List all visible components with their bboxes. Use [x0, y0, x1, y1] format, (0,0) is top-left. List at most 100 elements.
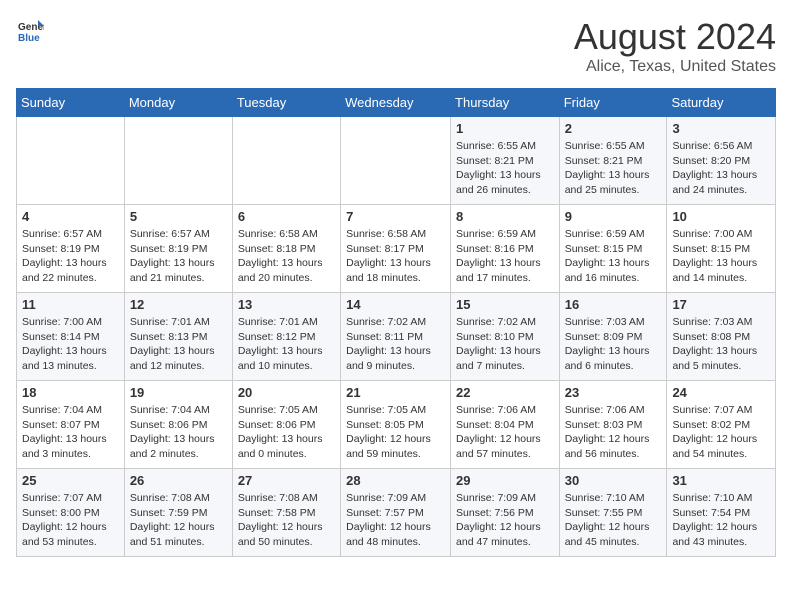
logo-icon: General Blue: [16, 16, 44, 44]
day-detail: Sunrise: 7:03 AM Sunset: 8:08 PM Dayligh…: [672, 315, 770, 374]
day-cell: 20Sunrise: 7:05 AM Sunset: 8:06 PM Dayli…: [232, 381, 340, 469]
day-detail: Sunrise: 7:07 AM Sunset: 8:02 PM Dayligh…: [672, 403, 770, 462]
day-cell: 27 Sunrise: 7:08 AM Sunset: 7:58 PM Dayli…: [232, 469, 340, 557]
day-cell: 15 Sunrise: 7:02 AM Sunset: 8:10 PM Dayli…: [451, 293, 560, 381]
day-cell: 11 Sunrise: 7:00 AM Sunset: 8:14 PM Dayli…: [17, 293, 125, 381]
day-detail: Sunrise: 7:04 AM Sunset: 8:06 PM Dayligh…: [130, 403, 227, 462]
day-detail: Sunrise: 7:01 AM Sunset: 8:12 PM Dayligh…: [238, 315, 335, 374]
day-detail: Sunrise: 6:59 AM Sunset: 8:16 PM Dayligh…: [456, 227, 554, 286]
day-number: 19: [130, 385, 227, 400]
day-cell: 5 Sunrise: 6:57 AM Sunset: 8:19 PM Daylig…: [124, 205, 232, 293]
day-number: 23: [565, 385, 662, 400]
day-cell: 22 Sunrise: 7:06 AM Sunset: 8:04 PM Dayli…: [451, 381, 560, 469]
day-number: 13: [238, 297, 335, 312]
day-number: 5: [130, 209, 227, 224]
day-number: 6: [238, 209, 335, 224]
week-row-4: 18 Sunrise: 7:04 AM Sunset: 8:07 PM Dayli…: [17, 381, 776, 469]
day-number: 20: [238, 385, 335, 400]
title-area: August 2024 Alice, Texas, United States: [574, 16, 776, 76]
day-number: 29: [456, 473, 554, 488]
day-detail: Sunrise: 7:09 AM Sunset: 7:56 PM Dayligh…: [456, 491, 554, 550]
day-detail: Sunrise: 7:10 AM Sunset: 7:54 PM Dayligh…: [672, 491, 770, 550]
day-number: 30: [565, 473, 662, 488]
day-detail: Sunrise: 7:08 AM Sunset: 7:58 PM Dayligh…: [238, 491, 335, 550]
day-cell: 7 Sunrise: 6:58 AM Sunset: 8:17 PM Daylig…: [341, 205, 451, 293]
day-cell: 18 Sunrise: 7:04 AM Sunset: 8:07 PM Dayli…: [17, 381, 125, 469]
day-cell: 4 Sunrise: 6:57 AM Sunset: 8:19 PM Daylig…: [17, 205, 125, 293]
week-row-1: 1 Sunrise: 6:55 AM Sunset: 8:21 PM Daylig…: [17, 117, 776, 205]
main-title: August 2024: [574, 16, 776, 58]
day-detail: Sunrise: 7:08 AM Sunset: 7:59 PM Dayligh…: [130, 491, 227, 550]
svg-text:Blue: Blue: [18, 33, 40, 44]
day-cell: 8Sunrise: 6:59 AM Sunset: 8:16 PM Daylig…: [451, 205, 560, 293]
day-detail: Sunrise: 7:06 AM Sunset: 8:03 PM Dayligh…: [565, 403, 662, 462]
day-number: 9: [565, 209, 662, 224]
day-number: 4: [22, 209, 119, 224]
day-header-sunday: Sunday: [17, 89, 125, 117]
day-detail: Sunrise: 7:04 AM Sunset: 8:07 PM Dayligh…: [22, 403, 119, 462]
day-number: 18: [22, 385, 119, 400]
week-row-3: 11 Sunrise: 7:00 AM Sunset: 8:14 PM Dayli…: [17, 293, 776, 381]
day-cell: 9 Sunrise: 6:59 AM Sunset: 8:15 PM Daylig…: [559, 205, 667, 293]
day-number: 7: [346, 209, 445, 224]
day-detail: Sunrise: 7:06 AM Sunset: 8:04 PM Dayligh…: [456, 403, 554, 462]
day-number: 22: [456, 385, 554, 400]
day-number: 25: [22, 473, 119, 488]
day-number: 15: [456, 297, 554, 312]
day-number: 10: [672, 209, 770, 224]
day-number: 24: [672, 385, 770, 400]
subtitle: Alice, Texas, United States: [574, 58, 776, 76]
day-cell: 28 Sunrise: 7:09 AM Sunset: 7:57 PM Dayli…: [341, 469, 451, 557]
day-header-friday: Friday: [559, 89, 667, 117]
week-row-5: 25 Sunrise: 7:07 AM Sunset: 8:00 PM Dayli…: [17, 469, 776, 557]
day-detail: Sunrise: 7:09 AM Sunset: 7:57 PM Dayligh…: [346, 491, 445, 550]
day-detail: Sunrise: 7:02 AM Sunset: 8:11 PM Dayligh…: [346, 315, 445, 374]
day-cell: 25 Sunrise: 7:07 AM Sunset: 8:00 PM Dayli…: [17, 469, 125, 557]
day-detail: Sunrise: 6:58 AM Sunset: 8:17 PM Dayligh…: [346, 227, 445, 286]
calendar-table: SundayMondayTuesdayWednesdayThursdayFrid…: [16, 88, 776, 557]
header-row: SundayMondayTuesdayWednesdayThursdayFrid…: [17, 89, 776, 117]
day-detail: Sunrise: 7:00 AM Sunset: 8:14 PM Dayligh…: [22, 315, 119, 374]
day-header-tuesday: Tuesday: [232, 89, 340, 117]
day-cell: 23 Sunrise: 7:06 AM Sunset: 8:03 PM Dayli…: [559, 381, 667, 469]
day-detail: Sunrise: 6:55 AM Sunset: 8:21 PM Dayligh…: [565, 139, 662, 198]
day-cell: 16Sunrise: 7:03 AM Sunset: 8:09 PM Dayli…: [559, 293, 667, 381]
day-cell: 6 Sunrise: 6:58 AM Sunset: 8:18 PM Daylig…: [232, 205, 340, 293]
day-detail: Sunrise: 6:56 AM Sunset: 8:20 PM Dayligh…: [672, 139, 770, 198]
day-cell: 24 Sunrise: 7:07 AM Sunset: 8:02 PM Dayli…: [667, 381, 776, 469]
day-header-wednesday: Wednesday: [341, 89, 451, 117]
day-cell: 3 Sunrise: 6:56 AM Sunset: 8:20 PM Daylig…: [667, 117, 776, 205]
day-cell: 14 Sunrise: 7:02 AM Sunset: 8:11 PM Dayli…: [341, 293, 451, 381]
day-number: 12: [130, 297, 227, 312]
day-cell: 10Sunrise: 7:00 AM Sunset: 8:15 PM Dayli…: [667, 205, 776, 293]
day-cell: 21Sunrise: 7:05 AM Sunset: 8:05 PM Dayli…: [341, 381, 451, 469]
day-cell: 29 Sunrise: 7:09 AM Sunset: 7:56 PM Dayli…: [451, 469, 560, 557]
day-detail: Sunrise: 7:02 AM Sunset: 8:10 PM Dayligh…: [456, 315, 554, 374]
day-detail: Sunrise: 7:01 AM Sunset: 8:13 PM Dayligh…: [130, 315, 227, 374]
day-cell: 30 Sunrise: 7:10 AM Sunset: 7:55 PM Dayli…: [559, 469, 667, 557]
day-detail: Sunrise: 7:07 AM Sunset: 8:00 PM Dayligh…: [22, 491, 119, 550]
day-number: 26: [130, 473, 227, 488]
day-detail: Sunrise: 6:57 AM Sunset: 8:19 PM Dayligh…: [22, 227, 119, 286]
day-cell: [17, 117, 125, 205]
day-number: 3: [672, 121, 770, 136]
day-detail: Sunrise: 7:10 AM Sunset: 7:55 PM Dayligh…: [565, 491, 662, 550]
day-detail: Sunrise: 6:57 AM Sunset: 8:19 PM Dayligh…: [130, 227, 227, 286]
day-number: 1: [456, 121, 554, 136]
day-detail: Sunrise: 6:58 AM Sunset: 8:18 PM Dayligh…: [238, 227, 335, 286]
day-number: 16: [565, 297, 662, 312]
logo: General Blue: [16, 16, 44, 44]
day-cell: 2Sunrise: 6:55 AM Sunset: 8:21 PM Daylig…: [559, 117, 667, 205]
day-header-saturday: Saturday: [667, 89, 776, 117]
day-number: 27: [238, 473, 335, 488]
day-number: 14: [346, 297, 445, 312]
day-number: 11: [22, 297, 119, 312]
day-cell: [232, 117, 340, 205]
day-detail: Sunrise: 6:55 AM Sunset: 8:21 PM Dayligh…: [456, 139, 554, 198]
day-detail: Sunrise: 6:59 AM Sunset: 8:15 PM Dayligh…: [565, 227, 662, 286]
day-number: 28: [346, 473, 445, 488]
day-number: 31: [672, 473, 770, 488]
day-cell: [124, 117, 232, 205]
day-cell: 12 Sunrise: 7:01 AM Sunset: 8:13 PM Dayli…: [124, 293, 232, 381]
day-detail: Sunrise: 7:05 AM Sunset: 8:05 PM Dayligh…: [346, 403, 445, 462]
